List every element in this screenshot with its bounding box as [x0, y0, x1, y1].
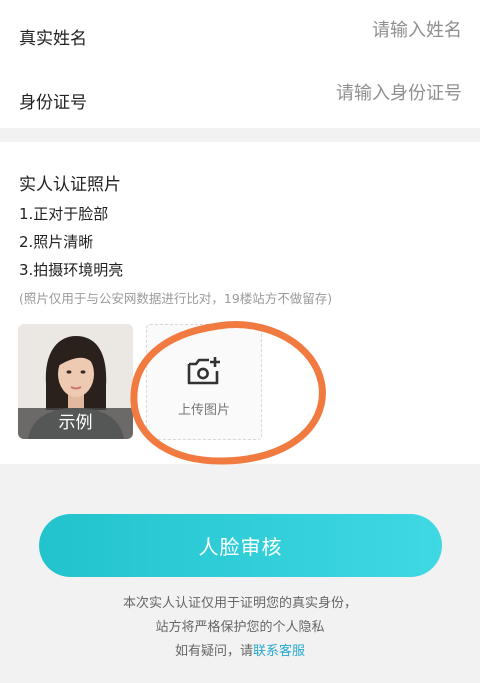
id-number-input[interactable]: [202, 83, 462, 104]
privacy-note: (照片仅用于与公安网数据进行比对，19楼站方不做留存): [19, 291, 333, 306]
identity-form: 真实姓名 身份证号: [0, 0, 480, 128]
orange-circle-annotation: [130, 321, 326, 465]
footer-line-3: 如有疑问，请联系客服: [0, 640, 480, 659]
id-number-label: 身份证号: [19, 93, 87, 113]
contact-support-link[interactable]: 联系客服: [253, 644, 305, 659]
name-label: 真实姓名: [19, 29, 87, 49]
footer-line-1: 本次实人认证仅用于证明您的真实身份，: [122, 596, 357, 611]
requirement-item: 1.正对于脸部: [19, 205, 109, 223]
requirement-item: 2.照片清晰: [19, 233, 94, 251]
sample-label: 示例: [18, 408, 133, 439]
name-input[interactable]: [202, 20, 462, 41]
requirement-item: 3.拍摄环境明亮: [19, 261, 124, 279]
photo-section-title: 实人认证照片: [19, 175, 121, 195]
face-verification-button[interactable]: 人脸审核: [39, 514, 442, 577]
sample-photo: 示例: [18, 324, 133, 439]
footer-question-text: 如有疑问，请: [174, 644, 253, 659]
photo-verification-section: 实人认证照片 1.正对于脸部 2.照片清晰 3.拍摄环境明亮 (照片仅用于与公安…: [0, 142, 480, 465]
footer-line-2: 站方将严格保护您的个人隐私: [155, 620, 325, 635]
